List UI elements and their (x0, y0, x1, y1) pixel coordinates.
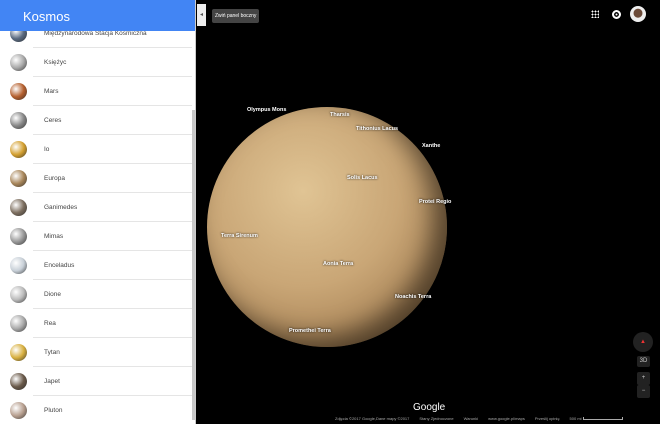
list-item[interactable]: Dione (0, 280, 192, 309)
feedback-link[interactable]: Prześlij opinię (535, 416, 560, 421)
planet-thumbnail (10, 315, 27, 332)
compass-button[interactable]: ▲ (633, 332, 653, 352)
collapse-panel-button[interactable]: ◂ (197, 4, 206, 26)
notifications-icon[interactable] (612, 10, 621, 19)
planet-thumbnail (10, 83, 27, 100)
planet-thumbnail (10, 228, 27, 245)
attribution: Zdjęcia ©2017 Google,Dane mapy ©2017 (335, 416, 410, 421)
apps-grid-icon[interactable] (591, 10, 599, 18)
list-item[interactable]: Mimas (0, 222, 192, 251)
panel-title: Kosmos (0, 0, 195, 31)
map-label: Aonia Terra (323, 261, 354, 267)
map-label: Terra Sirenum (221, 233, 258, 239)
planet-thumbnail (10, 170, 27, 187)
list-item[interactable]: Rea (0, 309, 192, 338)
side-panel: Kosmos Międzynarodowa Stacja Kosmiczna Ks… (0, 0, 196, 424)
footer: Zdjęcia ©2017 Google,Dane mapy ©2017 Sta… (335, 416, 623, 421)
zoom-out-button[interactable]: − (637, 385, 650, 398)
planet-thumbnail (10, 402, 27, 419)
mars-globe[interactable] (207, 107, 447, 347)
list-item-label: Io (44, 146, 50, 153)
planet-thumbnail (10, 54, 27, 71)
list-item[interactable]: Japet (0, 367, 192, 396)
map-label: Promethei Terra (289, 328, 331, 334)
list-item[interactable]: Europa (0, 164, 192, 193)
list-item[interactable]: Ganimedes (0, 193, 192, 222)
list-item-label: Pluton (44, 407, 63, 414)
map-label: Solis Lacus (347, 175, 378, 181)
scale-bar: 500 mi (570, 416, 623, 421)
celestial-list: Międzynarodowa Stacja Kosmiczna Księżyc Ma… (0, 19, 192, 424)
list-item[interactable]: Mars (0, 77, 192, 106)
list-item-label: Księżyc (44, 59, 67, 66)
user-avatar[interactable] (630, 6, 646, 22)
zoom-in-button[interactable]: + (637, 372, 650, 385)
planet-thumbnail (10, 373, 27, 390)
list-item[interactable]: Księżyc (0, 48, 192, 77)
map-label: Olympus Mons (247, 107, 287, 113)
list-item[interactable]: Io (0, 135, 192, 164)
list-item[interactable]: Tytan (0, 338, 192, 367)
region-link[interactable]: Stany Zjednoczone (419, 416, 453, 421)
map-label: Noachis Terra (395, 294, 432, 300)
list-item-label: Japet (44, 378, 60, 385)
list-item-label: Rea (44, 320, 56, 327)
planet-thumbnail (10, 141, 27, 158)
maps-link[interactable]: www.google.pl/maps (488, 416, 525, 421)
3d-toggle-button[interactable]: 3D (637, 356, 650, 367)
map-label: Tharsis (330, 112, 350, 118)
list-item[interactable]: Ceres (0, 106, 192, 135)
list-item[interactable]: Pluton (0, 396, 192, 424)
list-item-label: Międzynarodowa Stacja Kosmiczna (44, 30, 147, 37)
google-logo: Google (413, 402, 446, 413)
list-item-label: Ceres (44, 117, 62, 124)
collapse-tooltip: Zwiń panel boczny (212, 9, 260, 23)
list-item-label: Tytan (44, 349, 60, 356)
planet-thumbnail (10, 257, 27, 274)
list-item[interactable]: Enceladus (0, 251, 192, 280)
list-item-label: Enceladus (44, 262, 75, 269)
planet-thumbnail (10, 344, 27, 361)
list-item-label: Mars (44, 88, 59, 95)
planet-thumbnail (10, 112, 27, 129)
list-item-label: Ganimedes (44, 204, 78, 211)
terms-link[interactable]: Warunki (464, 416, 479, 421)
map-label: Protei Regio (419, 199, 452, 205)
list-item-label: Dione (44, 291, 61, 298)
planet-thumbnail (10, 199, 27, 216)
planet-thumbnail (10, 286, 27, 303)
scrollbar[interactable] (192, 110, 195, 420)
list-item-label: Europa (44, 175, 65, 182)
map-label: Tithonius Lacus (356, 126, 399, 132)
list-item-label: Mimas (44, 233, 64, 240)
map-label: Xanthe (422, 143, 441, 149)
